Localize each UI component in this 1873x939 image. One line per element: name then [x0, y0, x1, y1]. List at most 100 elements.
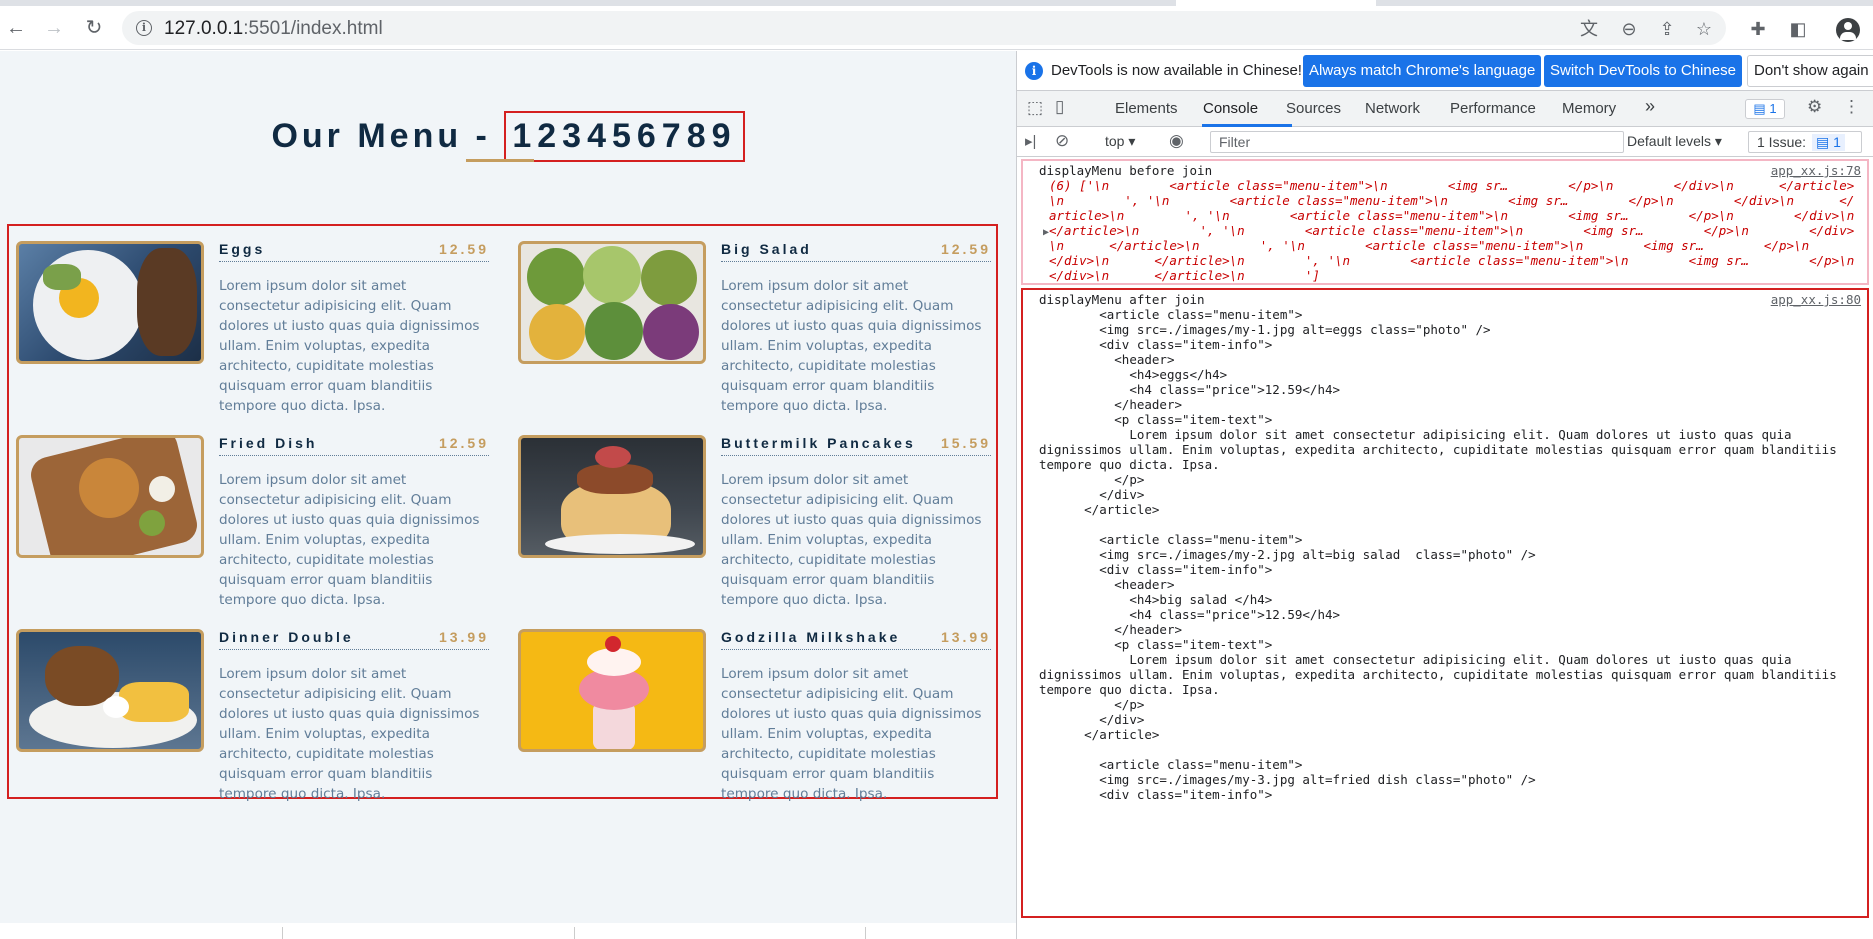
live-expression-eye-icon[interactable]: ◉	[1169, 131, 1184, 151]
menu-item-header: Godzilla Milkshake 13.99	[721, 629, 991, 650]
page-title: Our Menu - 123456789	[0, 111, 1016, 162]
menu-item-header: Fried Dish 12.59	[219, 435, 489, 456]
menu-item-name: Buttermilk Pancakes	[721, 435, 916, 451]
menu-item-text: Lorem ipsum dolor sit amet consectetur a…	[721, 666, 982, 802]
console-filter-input[interactable]: Filter	[1210, 131, 1624, 153]
menu-item-info: Fried Dish 12.59 Lorem ipsum dolor sit am…	[219, 435, 489, 610]
menu-item-photo	[518, 241, 706, 364]
messages-badge[interactable]: ▤ 1	[1745, 99, 1785, 119]
menu-item-header: Eggs 12.59	[219, 241, 489, 262]
dont-show-again-button[interactable]: Don't show again	[1747, 55, 1873, 87]
inspect-element-icon[interactable]: ⬚	[1027, 98, 1043, 118]
menu-item-name: Dinner Double	[219, 629, 354, 645]
menu-item-price: 13.99	[940, 629, 991, 645]
console-log-entry: displayMenu after join app_xx.js:80 <art…	[1021, 288, 1869, 918]
menu-item-header: Dinner Double 13.99	[219, 629, 489, 650]
extensions-icon[interactable]: ✚	[1747, 18, 1769, 40]
site-info-icon[interactable]: i	[136, 20, 152, 36]
address-bar[interactable]: i 127.0.0.1:5501/index.html 文 ⊖ ⇪ ☆	[122, 11, 1726, 45]
menu-item-info: Eggs 12.59 Lorem ipsum dolor sit amet con…	[219, 241, 489, 416]
menu-item-header: Buttermilk Pancakes 15.59	[721, 435, 991, 456]
menu-item-info: Buttermilk Pancakes 15.59 Lorem ipsum dol…	[721, 435, 991, 610]
log-levels-label: Default levels	[1627, 133, 1712, 149]
reload-icon[interactable]: ↻	[80, 14, 108, 42]
issues-count: 1	[1833, 134, 1841, 150]
page-bottom-strip	[0, 923, 1016, 939]
browser-toolbar: ← → ↻ i 127.0.0.1:5501/index.html 文 ⊖ ⇪ …	[0, 6, 1873, 50]
forward-icon[interactable]: →	[40, 14, 68, 42]
url-host: 127.0.0.1	[164, 18, 244, 39]
tab-memory[interactable]: Memory	[1562, 100, 1616, 117]
menu-item: Fried Dish 12.59 Lorem ipsum dolor sit am…	[9, 420, 504, 610]
context-selector[interactable]: top ▾	[1105, 133, 1135, 150]
menu-item-text: Lorem ipsum dolor sit amet consectetur a…	[219, 278, 480, 414]
profile-avatar[interactable]	[1836, 18, 1860, 42]
menu-item-photo	[518, 629, 706, 752]
menu-item-text: Lorem ipsum dolor sit amet consectetur a…	[219, 666, 480, 802]
issues-counter[interactable]: 1 Issue: ▤ 1	[1748, 131, 1862, 153]
tab-sources[interactable]: Sources	[1286, 100, 1341, 117]
menu-item: Godzilla Milkshake 13.99 Lorem ipsum dolo…	[511, 614, 1006, 804]
message-count: 1	[1769, 101, 1777, 116]
menu-item-header: Big Salad 12.59	[721, 241, 991, 262]
issues-count-badge: ▤ 1	[1812, 134, 1845, 151]
log-html-output: <article class="menu-item"> <img src=./i…	[1039, 307, 1837, 802]
issues-label: 1 Issue:	[1757, 134, 1807, 150]
log-label: displayMenu before join	[1039, 163, 1213, 178]
menu-item-name: Eggs	[219, 241, 266, 257]
tab-elements[interactable]: Elements	[1115, 100, 1178, 117]
log-array-preview[interactable]: (6) ['\n <article class="menu-item">\n <…	[1049, 178, 1859, 283]
back-icon[interactable]: ←	[2, 14, 30, 42]
menu-item-price: 12.59	[438, 241, 489, 257]
menu-item: Buttermilk Pancakes 15.59 Lorem ipsum dol…	[511, 420, 1006, 610]
menu-item: Big Salad 12.59 Lorem ipsum dolor sit ame…	[511, 226, 1006, 416]
menu-item-photo	[16, 241, 204, 364]
menu-item-photo	[16, 435, 204, 558]
share-icon[interactable]: ⇪	[1656, 18, 1678, 40]
bookmark-star-icon[interactable]: ☆	[1693, 18, 1715, 40]
settings-gear-icon[interactable]: ⚙	[1807, 97, 1822, 117]
menu-item-text: Lorem ipsum dolor sit amet consectetur a…	[219, 472, 480, 608]
zoom-icon[interactable]: ⊖	[1618, 18, 1640, 40]
menu-item-text: Lorem ipsum dolor sit amet consectetur a…	[721, 472, 982, 608]
menu-item-photo	[518, 435, 706, 558]
infobar-message: DevTools is now available in Chinese!	[1051, 62, 1302, 79]
menu-item-name: Godzilla Milkshake	[721, 629, 901, 645]
menu-item: Dinner Double 13.99 Lorem ipsum dolor sit…	[9, 614, 504, 804]
url-path: :5501/index.html	[243, 18, 383, 39]
tab-performance[interactable]: Performance	[1450, 100, 1536, 117]
log-source-link[interactable]: app_xx.js:78	[1771, 163, 1861, 178]
tab-network[interactable]: Network	[1365, 100, 1420, 117]
tab-console[interactable]: Console	[1203, 100, 1258, 117]
devtools-tabbar: ⬚ ▯ Elements Console Sources Network Per…	[1017, 91, 1873, 127]
menu-item-price: 15.59	[940, 435, 991, 451]
menu-item-price: 12.59	[438, 435, 489, 451]
menu-item-name: Fried Dish	[219, 435, 318, 451]
console-toolbar: ▸| ⊘ top ▾ ◉ Filter Default levels ▾ 1 I…	[1017, 127, 1873, 157]
info-icon: i	[1025, 62, 1043, 80]
log-source-link[interactable]: app_xx.js:80	[1771, 292, 1861, 307]
sidebar-toggle-icon[interactable]: ▸|	[1025, 132, 1036, 150]
more-tabs-icon[interactable]: »	[1645, 96, 1655, 117]
menu-item-price: 12.59	[940, 241, 991, 257]
side-panel-icon[interactable]: ◧	[1787, 18, 1809, 40]
console-log-entry: displayMenu before join app_xx.js:78 ▶ (…	[1021, 159, 1869, 285]
switch-language-button[interactable]: Switch DevTools to Chinese	[1544, 55, 1742, 87]
title-number: 123456789	[504, 111, 745, 162]
match-language-button[interactable]: Always match Chrome's language	[1303, 55, 1542, 87]
log-levels-dropdown[interactable]: Default levels ▾	[1627, 133, 1722, 150]
translate-icon[interactable]: 文	[1578, 18, 1600, 40]
menu-item-photo	[16, 629, 204, 752]
url-text[interactable]: 127.0.0.1:5501/index.html	[164, 18, 383, 40]
menu-item-info: Big Salad 12.59 Lorem ipsum dolor sit ame…	[721, 241, 991, 416]
filter-placeholder: Filter	[1219, 134, 1251, 150]
more-options-icon[interactable]: ⋮	[1843, 97, 1860, 117]
context-label: top	[1105, 133, 1125, 149]
log-label: displayMenu after join	[1039, 292, 1205, 307]
menu-item-text: Lorem ipsum dolor sit amet consectetur a…	[721, 278, 982, 414]
device-toolbar-icon[interactable]: ▯	[1055, 97, 1064, 117]
page-viewport: Our Menu - 123456789 Eggs 12.59 Lorem ips…	[0, 51, 1016, 939]
clear-console-icon[interactable]: ⊘	[1055, 131, 1069, 151]
menu-item: Eggs 12.59 Lorem ipsum dolor sit amet con…	[9, 226, 504, 416]
devtools-language-infobar: i DevTools is now available in Chinese! …	[1017, 51, 1873, 91]
